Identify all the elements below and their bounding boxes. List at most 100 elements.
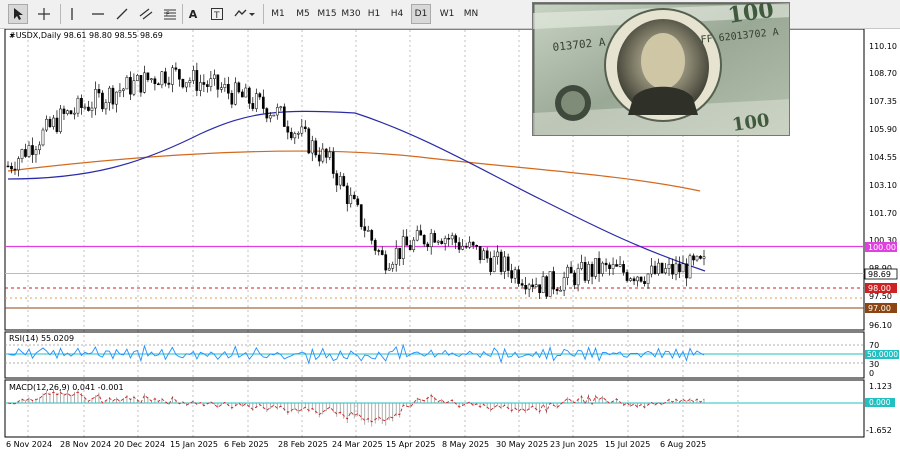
price-tick: 101.70 bbox=[869, 209, 897, 218]
candle-body bbox=[146, 72, 150, 81]
candle-body bbox=[377, 250, 381, 252]
vertical-line-icon[interactable] bbox=[63, 4, 81, 24]
rsi-value-tag-text: 50.0000 bbox=[867, 350, 898, 359]
candle-body bbox=[482, 250, 486, 260]
candle-body bbox=[251, 103, 255, 109]
candle-body bbox=[345, 185, 349, 204]
horizontal-line-icon[interactable] bbox=[88, 4, 108, 24]
candle-body bbox=[692, 255, 695, 261]
candle-body bbox=[272, 114, 276, 117]
candle-body bbox=[366, 230, 370, 232]
level-97-tag-text: 97.00 bbox=[868, 304, 891, 313]
candle-body bbox=[699, 255, 702, 259]
candle-body bbox=[422, 234, 426, 245]
candle-body bbox=[80, 97, 83, 108]
candle-body bbox=[324, 148, 328, 158]
candle-body bbox=[583, 262, 587, 281]
candle-body bbox=[478, 246, 482, 260]
candle-body bbox=[562, 277, 566, 291]
timeframe-w1[interactable]: W1 bbox=[436, 4, 458, 24]
candle-body bbox=[580, 262, 583, 269]
candle-body bbox=[195, 70, 199, 91]
candle-body bbox=[178, 69, 181, 80]
timeframe-m1[interactable]: M1 bbox=[268, 4, 288, 24]
svg-text:F: F bbox=[166, 11, 170, 18]
candle-body bbox=[408, 245, 412, 251]
candle-body bbox=[150, 78, 153, 81]
fibonacci-icon[interactable]: F bbox=[160, 4, 180, 24]
timeframe-d1[interactable]: D1 bbox=[411, 4, 431, 24]
text-icon[interactable]: A bbox=[184, 4, 202, 24]
candle-body bbox=[688, 255, 692, 279]
date-tick: 20 Dec 2024 bbox=[114, 440, 165, 449]
price-tick: 107.35 bbox=[869, 97, 897, 106]
candle-body bbox=[282, 106, 286, 127]
candle-body bbox=[247, 87, 251, 104]
candle-body bbox=[307, 128, 311, 154]
candle-body bbox=[513, 269, 517, 279]
candle-body bbox=[604, 262, 608, 266]
candle-body bbox=[450, 235, 454, 240]
candle-body bbox=[492, 256, 496, 272]
candle-body bbox=[625, 272, 629, 281]
candle-body bbox=[419, 230, 423, 236]
candle-body bbox=[24, 149, 27, 157]
candle-body bbox=[387, 267, 391, 271]
timeframe-mn[interactable]: MN bbox=[460, 4, 482, 24]
candle-body bbox=[240, 91, 244, 98]
candle-body bbox=[653, 265, 657, 274]
candle-body bbox=[615, 264, 618, 267]
candle-body bbox=[293, 133, 297, 139]
candle-body bbox=[83, 106, 87, 109]
candle-body bbox=[681, 263, 685, 273]
candle-body bbox=[118, 90, 122, 93]
candle-body bbox=[527, 284, 531, 290]
candle-body bbox=[76, 97, 80, 114]
candle-body bbox=[489, 257, 493, 272]
candle-body bbox=[524, 285, 527, 290]
candle-body bbox=[618, 264, 622, 267]
cursor-icon[interactable] bbox=[8, 4, 28, 24]
timeframe-h4[interactable]: H4 bbox=[387, 4, 407, 24]
trendline-icon[interactable] bbox=[112, 4, 132, 24]
candle-body bbox=[188, 80, 192, 84]
candle-body bbox=[464, 245, 468, 248]
candle-body bbox=[94, 89, 97, 109]
macd-tick-high: 1.123 bbox=[869, 382, 892, 391]
candle-body bbox=[471, 241, 475, 246]
timeframe-m5[interactable]: M5 bbox=[292, 4, 314, 24]
candle-body bbox=[108, 87, 111, 103]
candle-body bbox=[506, 256, 510, 271]
candle-body bbox=[552, 271, 555, 290]
timeframe-m30[interactable]: M30 bbox=[340, 4, 362, 24]
candle-body bbox=[429, 233, 433, 247]
candle-body bbox=[380, 250, 384, 255]
crosshair-icon[interactable] bbox=[34, 4, 54, 24]
candle-body bbox=[226, 84, 230, 94]
candle-body bbox=[115, 91, 118, 105]
candle-body bbox=[206, 84, 209, 87]
candle-body bbox=[520, 283, 524, 286]
price-tick: 97.50 bbox=[869, 292, 892, 301]
candle-body bbox=[199, 82, 202, 91]
candle-body bbox=[646, 273, 650, 284]
candle-body bbox=[59, 108, 62, 132]
arrows-icon[interactable] bbox=[231, 4, 257, 24]
candle-body bbox=[632, 278, 636, 282]
label-icon[interactable]: T bbox=[207, 4, 227, 24]
candle-body bbox=[286, 126, 290, 133]
level-100-tag-text: 100.00 bbox=[868, 243, 896, 252]
candle-body bbox=[261, 96, 265, 109]
rsi-pane-border bbox=[4, 331, 865, 379]
date-tick: 15 Apr 2025 bbox=[386, 440, 435, 449]
channel-icon[interactable] bbox=[136, 4, 156, 24]
candle-body bbox=[38, 144, 41, 151]
candle-body bbox=[153, 78, 157, 85]
candle-body bbox=[597, 258, 601, 274]
dollar-bill-image: 013702 A FF 62013702 A 100 100 bbox=[532, 2, 790, 136]
timeframe-m15[interactable]: M15 bbox=[316, 4, 338, 24]
candle-body bbox=[373, 240, 377, 251]
candle-body bbox=[674, 263, 678, 275]
candle-body bbox=[643, 281, 646, 284]
timeframe-h1[interactable]: H1 bbox=[364, 4, 384, 24]
